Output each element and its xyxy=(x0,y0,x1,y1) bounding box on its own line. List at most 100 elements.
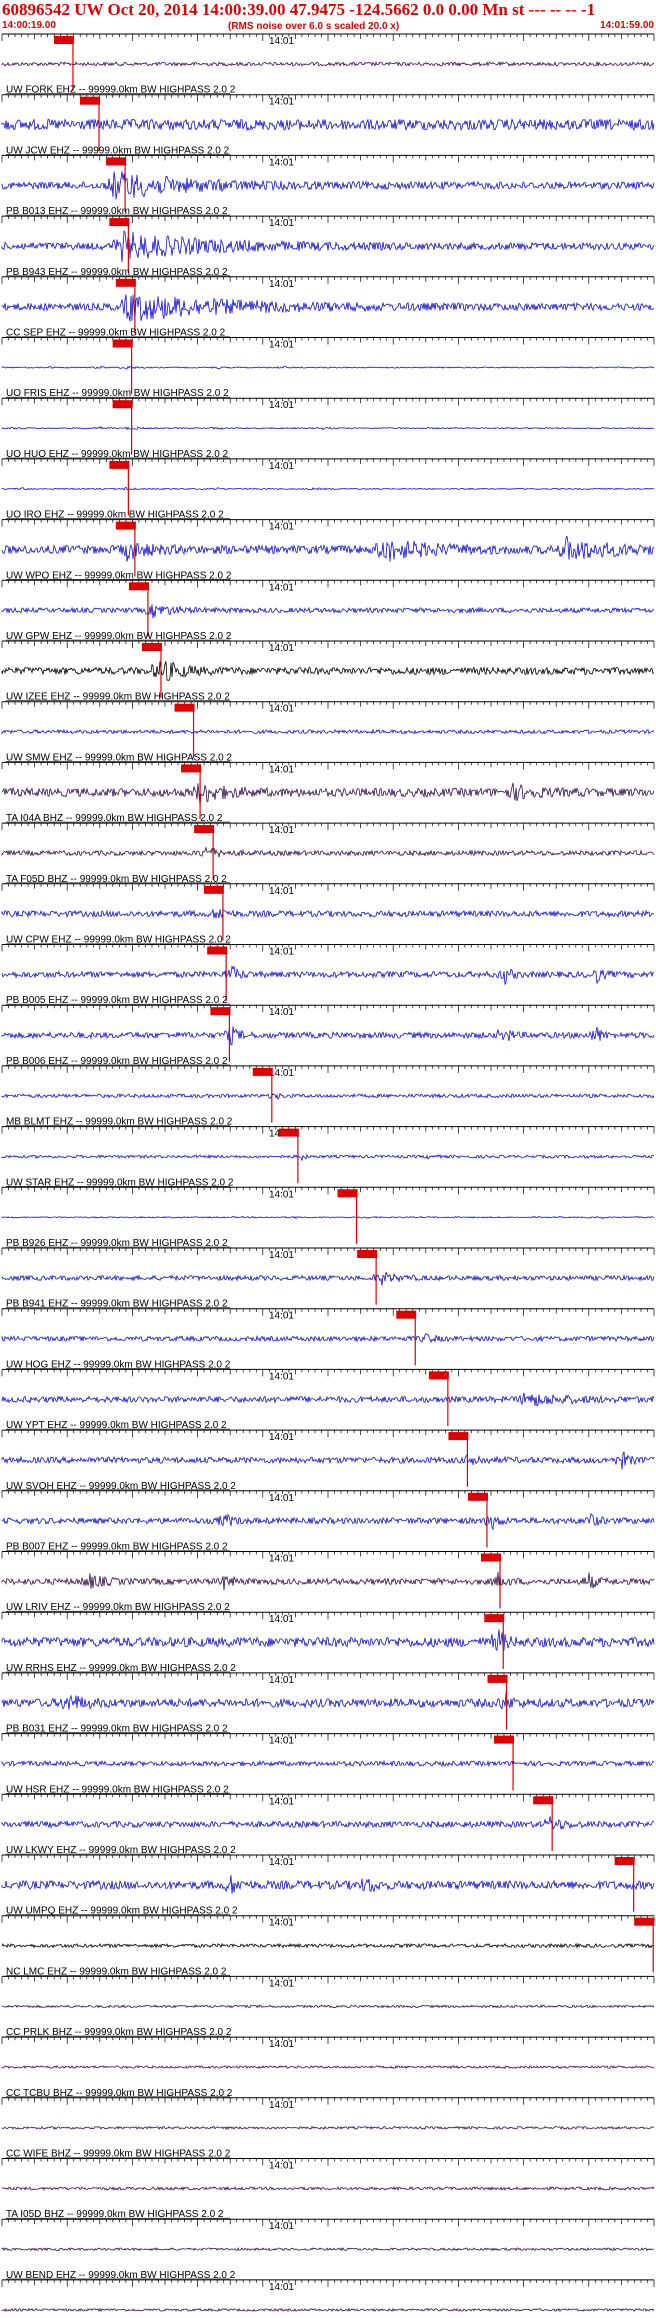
station-label: UO IRO EHZ -- 99999.0km BW HIGHPASS 2.0 … xyxy=(6,510,224,521)
trace-waveform xyxy=(1,2004,655,2009)
axis-ticks xyxy=(1,519,655,527)
axis-ticks xyxy=(1,2279,655,2287)
station-label: UW BEND EHZ -- 99999.0km BW HIGHPASS 2.0… xyxy=(6,2270,236,2281)
axis-ticks xyxy=(1,701,655,709)
minute-label: 14:01 xyxy=(269,764,294,775)
minute-label: 14:01 xyxy=(269,1371,294,1382)
station-label: TA I04A BHZ -- 99999.0km BW HIGHPASS 2.0… xyxy=(6,813,223,824)
station-label: UW RRHS EHZ -- 99999.0km BW HIGHPASS 2.0… xyxy=(6,1663,236,1674)
station-label: NC LMC EHZ -- 99999.0km BW HIGHPASS 2.0 … xyxy=(6,1966,227,1977)
trace-waveform xyxy=(1,230,655,262)
trace-waveform xyxy=(1,1026,655,1046)
seismogram-plot: 14:01 UW FORK EHZ -- 99999.0km BW HIGHPAS… xyxy=(1,33,655,2313)
trace-waveform xyxy=(1,2186,655,2192)
station-label: UO FRIS EHZ -- 99999.0km BW HIGHPASS 2.0… xyxy=(6,388,229,399)
station-label: UW UMPQ EHZ -- 99999.0km BW HIGHPASS 2.0… xyxy=(6,1906,238,1917)
axis-ticks xyxy=(1,1065,655,1073)
trace-waveform xyxy=(1,1875,655,1894)
station-label: CC SEP EHZ -- 99999.0km BW HIGHPASS 2.0 … xyxy=(6,328,226,339)
trace-waveform xyxy=(1,1392,655,1407)
station-label: PB B005 EHZ -- 99999.0km BW HIGHPASS 2.0… xyxy=(6,995,228,1006)
pick-flag xyxy=(252,1067,273,1076)
minute-label: 14:01 xyxy=(269,1918,294,1929)
trace-waveform xyxy=(1,2307,655,2313)
minute-label: 14:01 xyxy=(269,1796,294,1807)
station-label: UW SMW EHZ -- 99999.0km BW HIGHPASS 2.0 … xyxy=(6,752,232,763)
station-label: UW CPW EHZ -- 99999.0km BW HIGHPASS 2.0 … xyxy=(6,935,231,946)
pick-flag xyxy=(207,946,228,955)
trace-waveform xyxy=(1,60,654,68)
minute-label: 14:01 xyxy=(269,97,294,108)
station-label: PB B007 EHZ -- 99999.0km BW HIGHPASS 2.0… xyxy=(6,1542,228,1553)
axis-ticks xyxy=(1,1672,655,1680)
axis-ticks xyxy=(1,155,655,163)
trace-waveform xyxy=(1,2247,654,2252)
minute-label: 14:01 xyxy=(269,522,294,533)
station-label: MB BLMT EHZ -- 99999.0km BW HIGHPASS 2.0… xyxy=(6,1117,233,1128)
axis-ticks xyxy=(1,1430,655,1438)
minute-label: 14:01 xyxy=(269,1250,294,1261)
pick-flag xyxy=(181,764,202,773)
station-label: PB B006 EHZ -- 99999.0km BW HIGHPASS 2.0… xyxy=(6,1056,228,1067)
trace-waveform xyxy=(1,846,655,858)
station-label: UW JCW EHZ -- 99999.0km BW HIGHPASS 2.0 … xyxy=(6,145,230,156)
station-label: TA I05D BHZ -- 99999.0km BW HIGHPASS 2.0… xyxy=(6,2209,224,2220)
station-label: UW STAR EHZ -- 99999.0km BW HIGHPASS 2.0… xyxy=(6,1177,234,1188)
minute-label: 14:01 xyxy=(269,1857,294,1868)
trace-waveform xyxy=(1,1271,655,1286)
trace-waveform xyxy=(1,965,655,986)
station-label: UW HOG EHZ -- 99999.0km BW HIGHPASS 2.0 … xyxy=(6,1359,231,1370)
pick-flag xyxy=(115,521,136,530)
minute-label: 14:01 xyxy=(269,582,294,593)
axis-ticks xyxy=(1,883,655,891)
trace-waveform xyxy=(1,1451,655,1470)
trace-waveform xyxy=(1,486,655,491)
minute-label: 14:01 xyxy=(269,1189,294,1200)
pick-flag xyxy=(634,1917,655,1926)
axis-ticks xyxy=(1,944,655,952)
trace-waveform xyxy=(1,365,655,370)
minute-label: 14:01 xyxy=(269,886,294,897)
minute-label: 14:01 xyxy=(269,1007,294,1018)
station-label: PB B926 EHZ -- 99999.0km BW HIGHPASS 2.0… xyxy=(6,1238,228,1249)
pick-flag xyxy=(484,1614,505,1623)
station-label: UW YPT EHZ -- 99999.0km BW HIGHPASS 2.0 … xyxy=(6,1420,227,1431)
axis-ticks xyxy=(1,1976,655,1984)
pick-flag xyxy=(448,1432,469,1441)
minute-label: 14:01 xyxy=(269,1736,294,1747)
minute-label: 14:01 xyxy=(269,2100,294,2111)
minute-label: 14:01 xyxy=(269,1978,294,1989)
trace-waveform xyxy=(1,535,655,562)
pick-flag xyxy=(533,1796,554,1805)
trace-waveform xyxy=(1,294,655,322)
trace-waveform xyxy=(1,604,655,619)
station-label: CC TCBU BHZ -- 99999.0km BW HIGHPASS 2.0… xyxy=(6,2088,233,2099)
station-label: UW GPW EHZ -- 99999.0km BW HIGHPASS 2.0 … xyxy=(6,631,232,642)
trace-waveform xyxy=(1,909,655,919)
pick-flag xyxy=(141,643,162,651)
trace-waveform xyxy=(1,1092,655,1101)
minute-label: 14:01 xyxy=(269,1432,294,1443)
station-label: PB B943 EHZ -- 99999.0km BW HIGHPASS 2.0… xyxy=(6,267,228,278)
pick-flag xyxy=(128,582,149,591)
pick-flag xyxy=(174,703,195,712)
pick-flag xyxy=(487,1674,508,1683)
station-label: TA F05D BHZ -- 99999.0km BW HIGHPASS 2.0… xyxy=(6,874,227,885)
axis-ticks xyxy=(1,1187,655,1195)
trace-waveform xyxy=(1,1942,655,1949)
minute-label: 14:01 xyxy=(269,1614,294,1625)
trace-waveform xyxy=(1,660,655,681)
station-label: UO HUO EHZ -- 99999.0km BW HIGHPASS 2.0 … xyxy=(6,449,229,460)
trace-waveform xyxy=(1,782,655,806)
trace-waveform xyxy=(1,117,655,132)
axis-ticks xyxy=(1,580,655,588)
axis-ticks xyxy=(1,1915,655,1923)
axis-ticks xyxy=(1,1733,655,1741)
minute-label: 14:01 xyxy=(269,2161,294,2172)
minute-label: 14:01 xyxy=(269,2282,294,2293)
station-label: UW SVOH EHZ -- 99999.0km BW HIGHPASS 2.0… xyxy=(6,1481,236,1492)
axis-ticks xyxy=(1,1126,655,1134)
axis-ticks xyxy=(1,216,655,224)
minute-label: 14:01 xyxy=(269,825,294,836)
axis-ticks xyxy=(1,276,655,284)
